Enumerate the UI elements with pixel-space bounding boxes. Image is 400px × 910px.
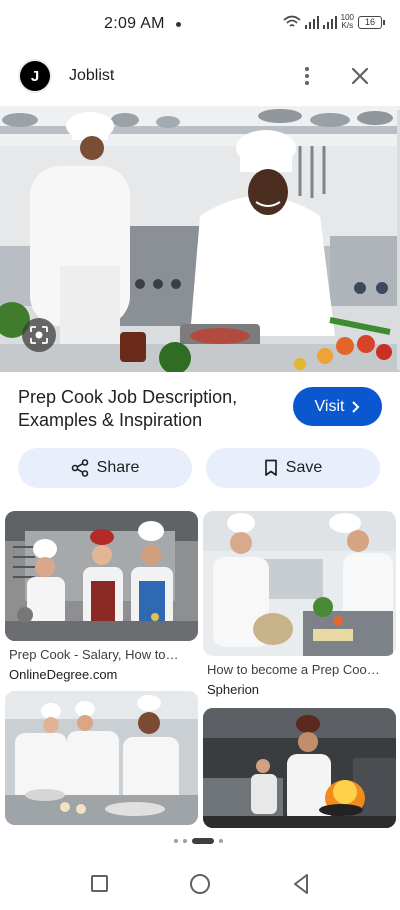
app-header: J Joblist — [0, 46, 400, 106]
network-speed-unit: K/s — [341, 21, 354, 30]
battery-icon: 16 — [358, 15, 385, 29]
carousel-dots — [174, 838, 223, 844]
result-title[interactable]: Prep Cook Job Description, Examples & In… — [18, 386, 278, 432]
status-bar: 2:09 AM 100 K/s 16 — [0, 0, 400, 46]
lens-icon[interactable] — [22, 318, 56, 352]
related-caption-2[interactable]: How to become a Prep Coo… — [207, 662, 394, 677]
related-source-1: OnlineDegree.com — [9, 667, 118, 682]
carousel-dot — [219, 839, 223, 843]
carousel-dot — [183, 839, 187, 843]
status-time: 2:09 AM — [104, 15, 165, 32]
related-caption-1[interactable]: Prep Cook - Salary, How to… — [9, 647, 194, 662]
chevron-right-icon — [352, 400, 360, 413]
notification-dot — [176, 22, 181, 27]
hero-image[interactable] — [0, 106, 400, 372]
more-vert-icon[interactable] — [293, 62, 321, 90]
related-image-3[interactable] — [5, 691, 198, 825]
kitchen-chefs-image — [0, 106, 400, 372]
back-icon[interactable] — [292, 873, 310, 895]
carousel-dot-active — [192, 838, 214, 844]
system-nav-bar — [0, 860, 400, 910]
related-image-4[interactable] — [203, 708, 396, 828]
share-label: Share — [96, 459, 140, 476]
save-button[interactable]: Save — [206, 448, 380, 488]
visit-label: Visit — [314, 397, 345, 415]
home-icon[interactable] — [190, 874, 210, 894]
related-source-2: Spherion — [207, 682, 260, 697]
site-logo: J — [20, 61, 50, 91]
recent-apps-icon[interactable] — [91, 875, 108, 892]
bookmark-icon — [264, 459, 277, 476]
signal-icon — [304, 15, 319, 29]
network-speed: 100 K/s — [341, 14, 354, 30]
carousel-dot — [174, 839, 178, 843]
share-button[interactable]: Share — [18, 448, 192, 488]
visit-button[interactable]: Visit — [293, 387, 382, 426]
save-label: Save — [285, 459, 323, 476]
wifi-icon — [283, 15, 301, 27]
related-image-2[interactable] — [203, 511, 396, 656]
related-image-1[interactable] — [5, 511, 198, 641]
site-title[interactable]: Joblist — [69, 67, 114, 85]
share-icon — [71, 459, 88, 477]
signal-icon-2 — [322, 15, 337, 29]
close-icon[interactable] — [346, 62, 374, 90]
status-icons: 100 K/s 16 — [283, 14, 385, 30]
